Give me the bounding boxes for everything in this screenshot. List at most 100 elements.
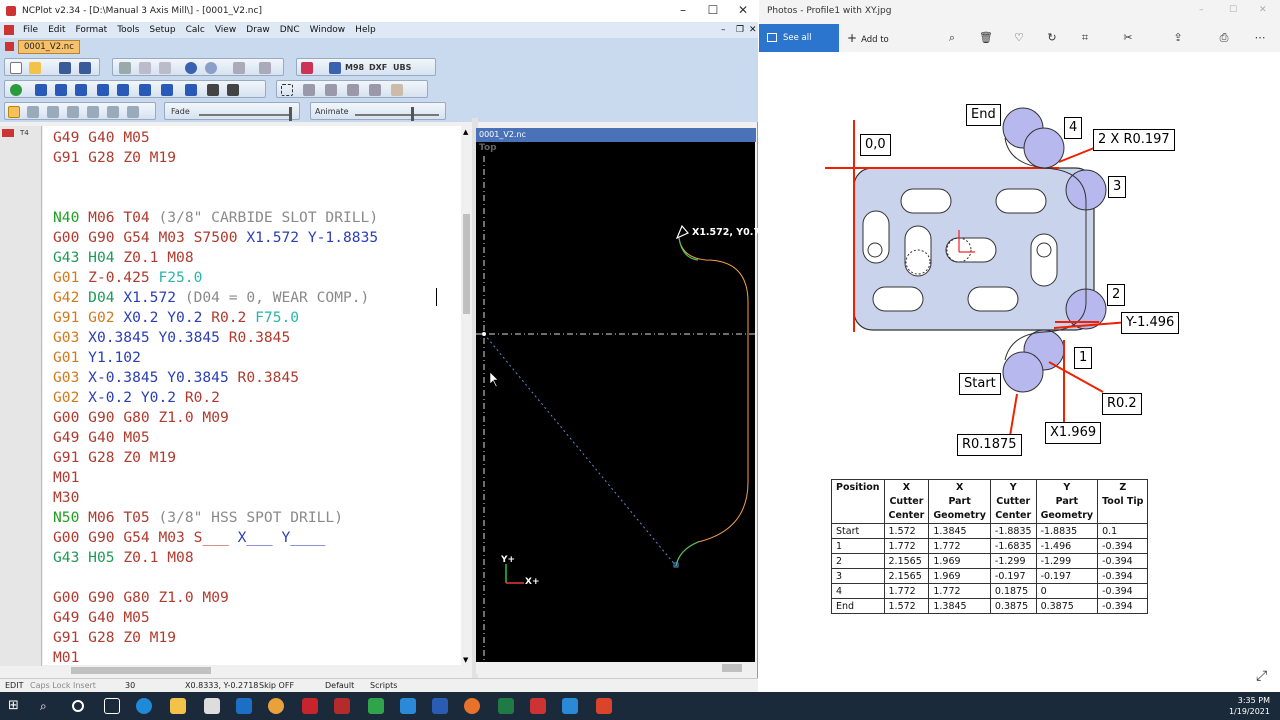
maximize-button[interactable]: ☐ <box>698 0 728 22</box>
open-folder-icon[interactable] <box>29 62 41 74</box>
doc-minimize-button[interactable]: – <box>716 25 731 35</box>
menu-dnc[interactable]: DNC <box>275 25 305 35</box>
code-line[interactable]: G49 G40 M05 <box>53 428 378 448</box>
fast-forward-icon[interactable] <box>117 84 129 96</box>
chrome-icon[interactable] <box>268 698 284 714</box>
plot-hscroll-thumb[interactable] <box>722 664 742 672</box>
editor-hscroll-thumb[interactable] <box>71 667 211 674</box>
scroll-down-arrow[interactable]: ▼ <box>463 656 468 664</box>
editor-horizontal-scrollbar[interactable] <box>43 665 463 676</box>
search-icon[interactable]: ⌕ <box>40 698 56 714</box>
code-line[interactable]: G02 X-0.2 Y0.2 R0.2 <box>53 388 378 408</box>
delete-icon[interactable]: 🗑 <box>979 31 993 45</box>
fade-slider-track[interactable] <box>199 114 291 116</box>
code-line[interactable]: G91 G28 Z0 M19 <box>53 448 378 468</box>
recorder-icon[interactable] <box>596 698 612 714</box>
code-line[interactable]: G03 X0.3845 Y0.3845 R0.3845 <box>53 328 378 348</box>
next-block-icon[interactable] <box>139 84 151 96</box>
rotate-icon[interactable]: ↻ <box>1045 31 1059 45</box>
text-a-icon[interactable] <box>329 62 341 74</box>
tool-forward-icon[interactable] <box>227 84 239 96</box>
code-line[interactable]: G00 G90 G80 Z1.0 M09 <box>53 408 378 428</box>
word-icon[interactable] <box>432 698 448 714</box>
code-line[interactable]: N40 M06 T04 (3/8" CARBIDE SLOT DRILL) <box>53 208 378 228</box>
see-all-photos-button[interactable]: See all photos <box>759 24 839 71</box>
menu-view[interactable]: View <box>210 25 241 35</box>
editor-vertical-scrollbar[interactable]: ▲ ▼ <box>461 126 472 666</box>
zoom-window-icon[interactable] <box>347 84 359 96</box>
camtasia-icon[interactable] <box>368 698 384 714</box>
zoom-in-icon[interactable] <box>303 84 315 96</box>
code-line[interactable]: G03 X-0.3845 Y0.3845 R0.3845 <box>53 368 378 388</box>
menu-setup[interactable]: Setup <box>144 25 180 35</box>
save-icon[interactable] <box>59 62 71 74</box>
menu-help[interactable]: Help <box>350 25 381 35</box>
redo-icon[interactable] <box>205 62 217 74</box>
more-options-icon[interactable]: ⋯ <box>1253 31 1267 45</box>
menu-file[interactable]: File <box>18 25 43 35</box>
firefox-icon[interactable] <box>464 698 480 714</box>
menu-tools[interactable]: Tools <box>112 25 144 35</box>
play-icon[interactable] <box>75 84 87 96</box>
photos-close-button[interactable]: ✕ <box>1259 5 1267 15</box>
code-line[interactable]: G00 G90 G54 M03 S7500 X1.572 Y-1.8835 <box>53 228 378 248</box>
iso-view-icon[interactable] <box>107 106 119 118</box>
cam-app-icon[interactable] <box>334 698 350 714</box>
code-line[interactable]: G00 G90 G80 Z1.0 M09 <box>53 588 378 608</box>
code-line[interactable]: G49 G40 M05 <box>53 128 378 148</box>
edit-create-icon[interactable]: ✂ <box>1121 31 1135 45</box>
menu-calc[interactable]: Calc <box>181 25 210 35</box>
expand-icon[interactable]: ⤢ <box>1256 668 1267 684</box>
copy-icon[interactable] <box>139 62 151 74</box>
paste-icon[interactable] <box>159 62 171 74</box>
photos-maximize-button[interactable]: ☐ <box>1229 5 1237 15</box>
excel-icon[interactable] <box>498 698 514 714</box>
tab-0001-v2[interactable]: 0001_V2.nc <box>18 40 80 54</box>
add-to-button[interactable]: + Add to <box>847 24 889 52</box>
animate-slider-track[interactable] <box>355 114 439 116</box>
photos-taskbar-icon[interactable] <box>562 698 578 714</box>
code-line[interactable]: M01 <box>53 468 378 488</box>
refresh-icon[interactable] <box>10 84 22 96</box>
code-line[interactable]: G91 G02 X0.2 Y0.2 R0.2 F75.0 <box>53 308 378 328</box>
undo-icon[interactable] <box>185 62 197 74</box>
zx-plane-icon[interactable] <box>27 106 39 118</box>
code-line[interactable]: G00 G90 G54 M03 S___ X___ Y____ <box>53 528 378 548</box>
ncplot-taskbar-icon[interactable] <box>530 698 546 714</box>
menu-draw[interactable]: Draw <box>241 25 275 35</box>
code-line[interactable]: G01 Z-0.425 F25.0 <box>53 268 378 288</box>
favorite-heart-icon[interactable]: ♡ <box>1012 31 1026 45</box>
code-line[interactable]: G91 G28 Z0 M19 <box>53 148 378 168</box>
code-line[interactable]: G91 G28 Z0 M19 <box>53 628 378 648</box>
code-line[interactable]: G01 Y1.102 <box>53 348 378 368</box>
yx-plane-icon[interactable] <box>87 106 99 118</box>
code-line[interactable]: G43 H04 Z0.1 M08 <box>53 248 378 268</box>
print-icon[interactable] <box>259 62 271 74</box>
find-icon[interactable] <box>233 62 245 74</box>
gcode-listing[interactable]: G49 G40 M05 G91 G28 Z0 M19 N40 M06 T04 (3/… <box>53 128 378 666</box>
dxf-button[interactable]: DXF <box>369 63 387 72</box>
end-icon[interactable] <box>185 84 197 96</box>
xz-plane-icon[interactable] <box>8 106 20 118</box>
code-line[interactable] <box>53 188 378 208</box>
menu-window[interactable]: Window <box>305 25 351 35</box>
edge-icon[interactable] <box>136 698 152 714</box>
code-line[interactable]: M01 <box>53 648 378 666</box>
zy-plane-icon[interactable] <box>127 106 139 118</box>
close-button[interactable]: ✕ <box>728 0 758 22</box>
plot-horizontal-scrollbar[interactable] <box>476 662 756 674</box>
crop-icon[interactable]: ⌗ <box>1078 31 1092 45</box>
m98-button[interactable]: M98 <box>345 63 364 72</box>
step-forward-icon[interactable] <box>97 84 109 96</box>
minimize-button[interactable]: – <box>668 0 698 22</box>
pan-hand-icon[interactable] <box>391 84 403 96</box>
editor-vscroll-thumb[interactable] <box>463 214 470 314</box>
fade-slider-thumb[interactable] <box>289 107 292 121</box>
cortana-icon[interactable] <box>72 700 84 712</box>
zoom-icon[interactable]: ⌕ <box>945 31 959 45</box>
windows-start-icon[interactable]: ⊞ <box>8 698 24 714</box>
calculator-icon[interactable] <box>204 698 220 714</box>
photos-minimize-button[interactable]: – <box>1199 5 1204 15</box>
photos-icon[interactable] <box>400 698 416 714</box>
clock[interactable]: 3:35 PM 1/19/2021 <box>1229 695 1270 717</box>
